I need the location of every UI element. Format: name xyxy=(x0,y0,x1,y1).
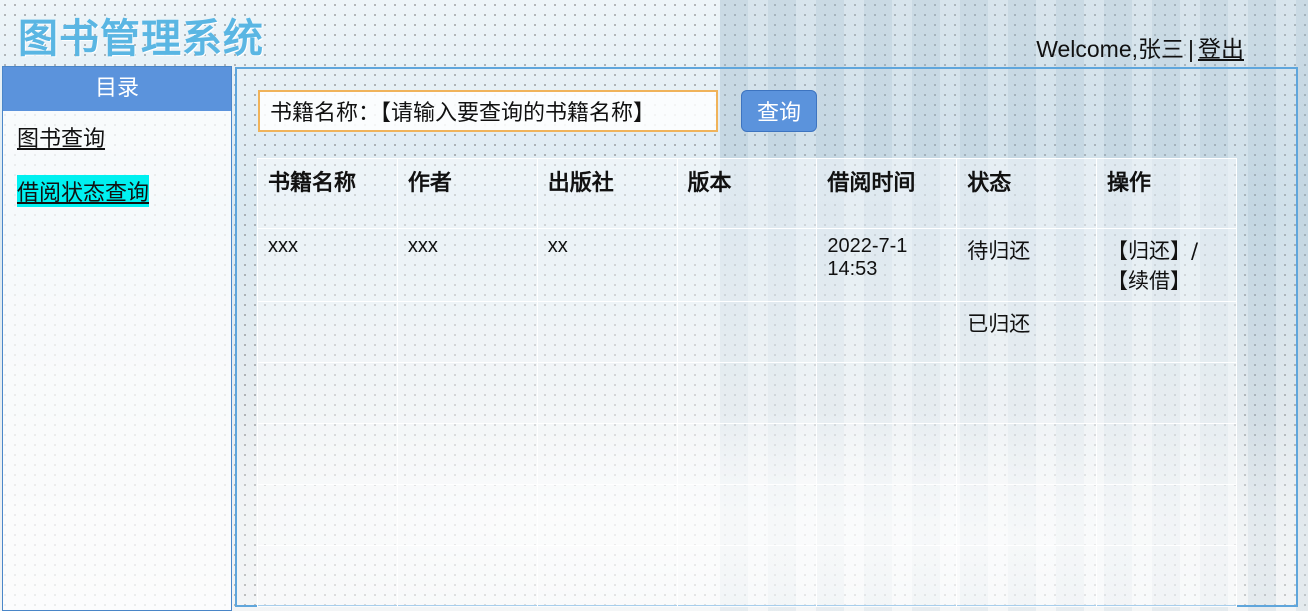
cell-status: 已归还 xyxy=(956,301,1098,363)
table-row xyxy=(257,423,1237,485)
sidebar: 目录 图书查询 借阅状态查询 xyxy=(2,66,232,611)
empty-cell xyxy=(396,484,538,546)
renew-link[interactable]: 【续借】 xyxy=(1107,265,1226,295)
user-bar: Welcome,张三 | 登出 xyxy=(1036,30,1244,64)
cell-borrow-time xyxy=(816,301,958,363)
cell-actions: 【归还】/ 【续借】 xyxy=(1096,228,1237,302)
empty-cell xyxy=(956,484,1098,546)
empty-cell xyxy=(536,545,678,607)
header-borrow-time: 借阅时间 xyxy=(816,158,958,229)
header-actions: 操作 xyxy=(1096,158,1237,229)
header-status: 状态 xyxy=(956,158,1098,229)
empty-cell xyxy=(396,545,538,607)
empty-cell xyxy=(536,484,678,546)
empty-cell xyxy=(536,362,678,424)
header-author: 作者 xyxy=(396,158,538,229)
empty-cell xyxy=(257,484,398,546)
empty-cell xyxy=(956,423,1098,485)
table-row: 已归还 xyxy=(257,301,1237,363)
borrow-date: 2022-7-1 xyxy=(827,235,908,257)
cell-book-name xyxy=(257,301,398,363)
cell-author xyxy=(396,301,538,363)
main-panel: 查询 书籍名称 作者 出版社 版本 借阅时间 状态 操作 xxx xxx xx … xyxy=(235,67,1298,607)
sidebar-item-borrow-status[interactable]: 借阅状态查询 xyxy=(17,175,150,207)
empty-cell xyxy=(676,545,818,607)
table-row xyxy=(257,362,1237,424)
empty-cell xyxy=(257,423,398,485)
cell-author: xxx xyxy=(396,228,538,302)
cell-publisher xyxy=(536,301,678,363)
app-title: 图书管理系统 xyxy=(18,16,264,62)
empty-cell xyxy=(396,362,538,424)
cell-edition xyxy=(676,301,818,363)
empty-cell xyxy=(816,484,958,546)
cell-actions xyxy=(1096,301,1237,363)
logout-link[interactable]: 登出 xyxy=(1198,36,1244,62)
cell-edition xyxy=(676,228,818,302)
empty-cell xyxy=(676,362,818,424)
empty-cell xyxy=(257,362,398,424)
empty-cell xyxy=(1096,484,1237,546)
table-header-row: 书籍名称 作者 出版社 版本 借阅时间 状态 操作 xyxy=(257,158,1237,229)
borrow-records-table: 书籍名称 作者 出版社 版本 借阅时间 状态 操作 xxx xxx xx 202… xyxy=(257,158,1237,607)
header-edition: 版本 xyxy=(676,158,818,229)
empty-cell xyxy=(257,545,398,607)
sidebar-title: 目录 xyxy=(3,67,231,111)
empty-cell xyxy=(396,423,538,485)
empty-cell xyxy=(1096,362,1237,424)
sidebar-item-book-search[interactable]: 图书查询 xyxy=(17,121,105,153)
empty-cell xyxy=(676,484,818,546)
table-row xyxy=(257,545,1237,607)
empty-cell xyxy=(676,423,818,485)
empty-cell xyxy=(1096,423,1237,485)
cell-status: 待归还 xyxy=(956,228,1098,302)
empty-cell xyxy=(956,362,1098,424)
cell-publisher: xx xyxy=(536,228,678,302)
empty-cell xyxy=(536,423,678,485)
table-row xyxy=(257,484,1237,546)
table-row: xxx xxx xx 2022-7-1 14:53 待归还 【归还】/ 【续借】 xyxy=(257,228,1237,302)
header-book-name: 书籍名称 xyxy=(257,158,398,229)
empty-cell xyxy=(816,545,958,607)
search-input[interactable] xyxy=(258,90,718,132)
header-publisher: 出版社 xyxy=(536,158,678,229)
search-button[interactable]: 查询 xyxy=(741,90,817,132)
return-link[interactable]: 【归还】/ xyxy=(1107,235,1226,265)
user-bar-separator: | xyxy=(1188,36,1194,62)
cell-book-name: xxx xyxy=(257,228,398,302)
borrow-clock: 14:53 xyxy=(827,258,878,280)
empty-cell xyxy=(956,545,1098,607)
empty-cell xyxy=(816,423,958,485)
cell-borrow-time: 2022-7-1 14:53 xyxy=(816,228,958,302)
empty-cell xyxy=(1096,545,1237,607)
empty-cell xyxy=(816,362,958,424)
welcome-text: Welcome,张三 xyxy=(1036,36,1185,62)
